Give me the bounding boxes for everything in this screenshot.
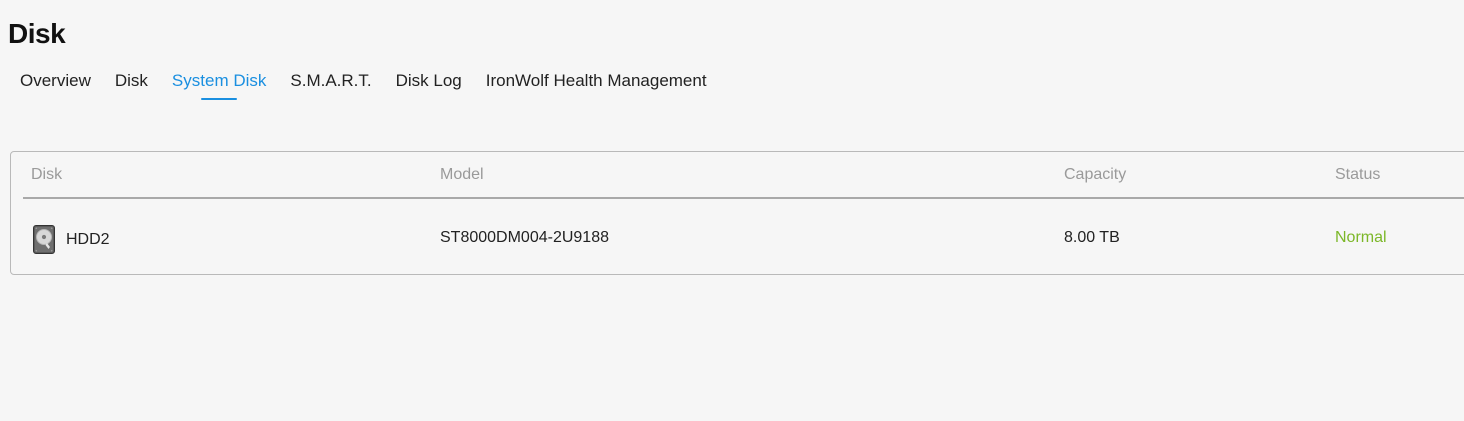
tab-ironwolf-health-management[interactable]: IronWolf Health Management bbox=[486, 71, 707, 101]
column-header-model[interactable]: Model bbox=[440, 166, 484, 184]
table-row[interactable]: HDD2 ST8000DM004-2U9188 8.00 TB Normal bbox=[23, 201, 1464, 275]
page-title: Disk bbox=[8, 18, 66, 49]
column-header-disk[interactable]: Disk bbox=[31, 166, 62, 184]
tab-bar: Overview Disk System Disk S.M.A.R.T. Dis… bbox=[20, 71, 731, 101]
tab-smart[interactable]: S.M.A.R.T. bbox=[290, 71, 371, 101]
tab-system-disk-label: System Disk bbox=[171, 71, 267, 90]
tab-disk[interactable]: Disk bbox=[115, 71, 148, 101]
disk-model: ST8000DM004-2U9188 bbox=[440, 229, 609, 246]
table-header: Disk Model Capacity Status bbox=[23, 152, 1464, 199]
disk-page: Disk Overview Disk System Disk S.M.A.R.T… bbox=[0, 0, 1464, 421]
column-header-capacity[interactable]: Capacity bbox=[1064, 166, 1126, 184]
disk-cell: HDD2 bbox=[33, 225, 110, 254]
disk-status: Normal bbox=[1335, 229, 1387, 246]
active-tab-indicator bbox=[201, 98, 238, 100]
tab-system-disk[interactable]: System Disk bbox=[172, 71, 266, 101]
system-disk-table: Disk Model Capacity Status HDD2 ST8000DM… bbox=[10, 151, 1464, 275]
tab-overview[interactable]: Overview bbox=[20, 71, 91, 101]
hard-drive-icon bbox=[33, 225, 55, 254]
disk-name: HDD2 bbox=[66, 230, 110, 248]
tab-disk-log[interactable]: Disk Log bbox=[396, 71, 462, 101]
column-header-status[interactable]: Status bbox=[1335, 166, 1380, 184]
disk-capacity: 8.00 TB bbox=[1064, 229, 1120, 246]
